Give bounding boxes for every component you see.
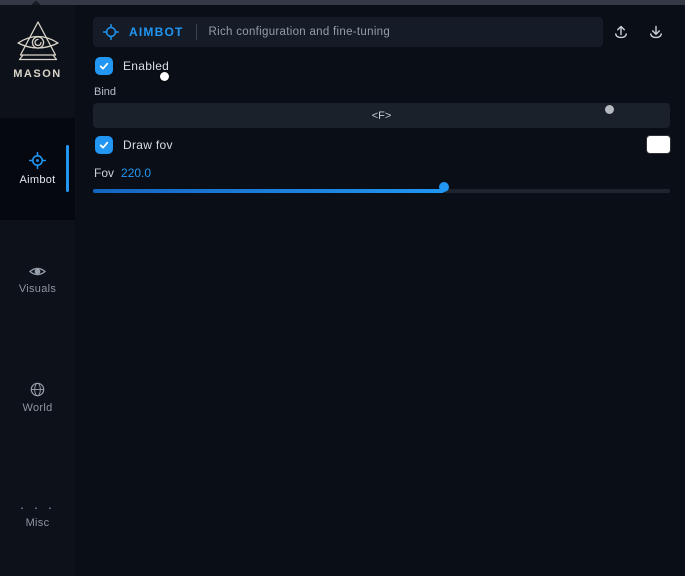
check-icon [98, 139, 110, 151]
download-icon [647, 24, 665, 42]
globe-icon [30, 382, 45, 397]
draw-fov-checkbox[interactable] [95, 136, 113, 154]
ellipsis-icon: · · · [20, 504, 55, 512]
sidebar-item-world[interactable]: World [0, 371, 75, 425]
section-header: AIMBOT Rich configuration and fine-tunin… [93, 17, 603, 47]
header-divider [196, 24, 197, 40]
logo: MASON [0, 19, 75, 80]
sidebar-item-label: World [22, 402, 52, 414]
sidebar: MASON Aimbot Visuals [0, 5, 75, 576]
enabled-label: Enabled [123, 59, 169, 73]
upload-config-button[interactable] [608, 20, 634, 46]
app-window: MASON Aimbot Visuals [0, 0, 685, 576]
sidebar-item-aimbot[interactable]: Aimbot [0, 118, 75, 220]
fov-slider-fill [93, 189, 444, 193]
window-top-strip [0, 0, 685, 5]
mouse-cursor-dot [160, 72, 169, 81]
draw-fov-row: Draw fov [95, 136, 173, 154]
active-tab-indicator [66, 145, 69, 192]
eye-icon [29, 265, 46, 278]
enabled-row: Enabled [95, 57, 169, 75]
sidebar-item-visuals[interactable]: Visuals [0, 253, 75, 307]
bind-key-value: <F> [372, 110, 392, 122]
fov-label: Fov [94, 166, 114, 180]
fov-label-row: Fov 220.0 [94, 166, 151, 180]
fov-value: 220.0 [121, 166, 151, 180]
sidebar-item-label: Aimbot [19, 174, 55, 186]
enabled-checkbox[interactable] [95, 57, 113, 75]
draw-fov-label: Draw fov [123, 138, 173, 152]
section-subtitle: Rich configuration and fine-tuning [209, 26, 391, 38]
bind-key-input[interactable]: <F> [93, 103, 670, 128]
bind-label: Bind [94, 86, 116, 98]
fov-slider-handle[interactable] [439, 182, 449, 192]
download-config-button[interactable] [643, 20, 669, 46]
sidebar-item-misc[interactable]: · · · Misc [0, 489, 75, 543]
upload-icon [612, 24, 630, 42]
section-title: AIMBOT [129, 25, 184, 39]
crosshair-icon [103, 24, 119, 40]
fov-slider[interactable] [93, 182, 670, 199]
sidebar-item-label: Misc [26, 517, 50, 529]
sidebar-item-label: Visuals [19, 283, 56, 295]
crosshair-icon [29, 152, 46, 169]
bind-indicator-dot [605, 105, 614, 114]
check-icon [98, 60, 110, 72]
fov-color-swatch[interactable] [647, 136, 670, 153]
mason-eye-pyramid-logo [14, 19, 62, 65]
logo-text: MASON [13, 68, 61, 80]
